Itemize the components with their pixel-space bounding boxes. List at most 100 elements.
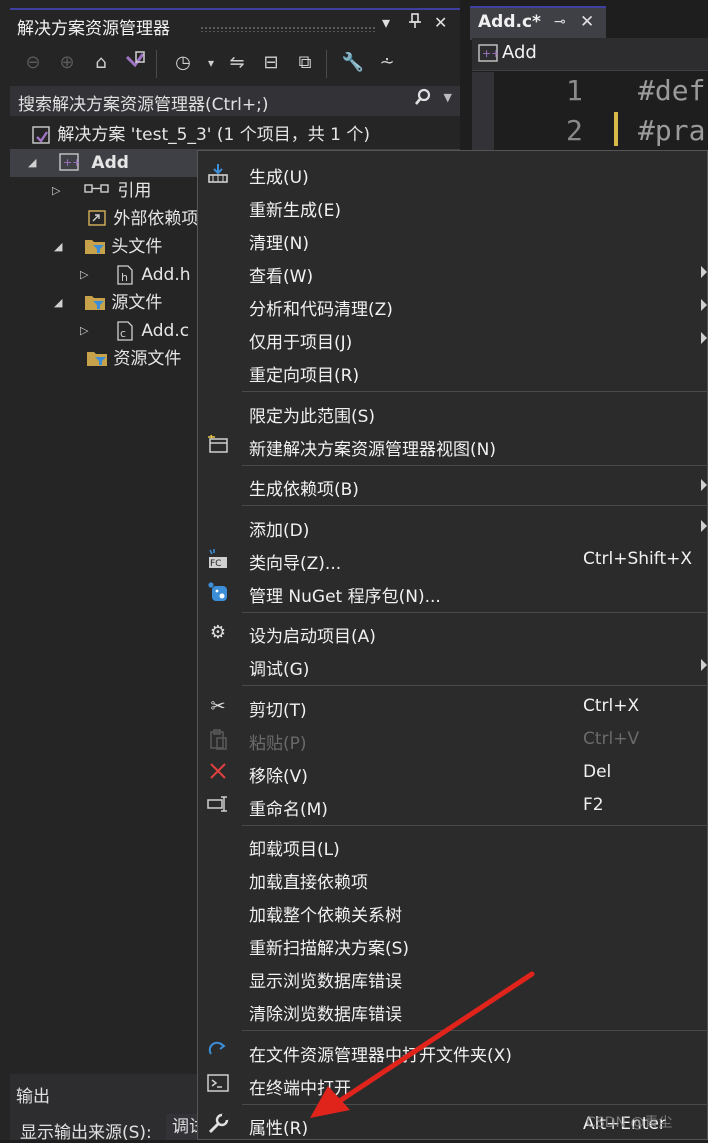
menu-item-load-dep-tree[interactable]: 加载整个依赖关系树 xyxy=(198,895,708,928)
menu-item-retarget[interactable]: 重定向项目(R) xyxy=(198,355,708,388)
filter-folder-icon xyxy=(84,237,106,257)
collapse-all-icon[interactable]: ⊟ xyxy=(258,50,284,76)
pending-changes-icon[interactable]: ◷ xyxy=(170,50,196,76)
menu-item-rebuild[interactable]: 重新生成(E) xyxy=(198,190,708,223)
menu-item-manage-nuget[interactable]: 管理 NuGet 程序包(N)... xyxy=(198,576,708,609)
menu-shortcut: Ctrl+Shift+X xyxy=(583,549,693,569)
menu-item-load-direct-deps[interactable]: 加载直接依赖项 xyxy=(198,862,708,895)
menu-item-clean[interactable]: 清理(N) xyxy=(198,223,708,256)
menu-item-rescan-solution[interactable]: 重新扫描解决方案(S) xyxy=(198,928,708,961)
nav-project-name: Add xyxy=(502,42,537,63)
editor-nav-bar[interactable]: ++ Add xyxy=(472,38,708,71)
show-all-files-icon[interactable]: ⧉ xyxy=(292,50,318,76)
tree-solution[interactable]: 解决方案 'test_5_3' (1 个项目，共 1 个) xyxy=(30,121,370,149)
menu-item-add[interactable]: 添加(D) xyxy=(198,510,708,543)
rename-icon xyxy=(206,794,230,818)
svg-text:++: ++ xyxy=(482,47,498,60)
menu-item-set-startup[interactable]: ⚙ 设为启动项目(A) xyxy=(198,616,708,649)
collapsed-triangle-icon[interactable]: ▷ xyxy=(80,261,88,289)
menu-item-analyze[interactable]: 分析和代码清理(Z) xyxy=(198,289,708,322)
cpp-project-icon: ++ xyxy=(478,44,500,67)
submenu-arrow-icon xyxy=(701,479,707,491)
class-wizard-icon: FC xyxy=(206,548,230,572)
menu-label: 生成(U) xyxy=(249,168,309,188)
menu-item-build-dependencies[interactable]: 生成依赖项(B) xyxy=(198,469,708,502)
menu-item-view[interactable]: 查看(W) xyxy=(198,256,708,289)
tab-add-c[interactable]: Add.c* ⊸ ✕ xyxy=(470,6,606,40)
tree-label: 外部依赖项 xyxy=(113,209,199,229)
tree-label: Add.h xyxy=(141,265,191,285)
tree-item-source-files[interactable]: ◢ 源文件 xyxy=(52,289,162,317)
menu-item-class-wizard[interactable]: FC 类向导(Z)... Ctrl+Shift+X xyxy=(198,543,708,576)
back-icon[interactable]: ⊖ xyxy=(20,50,46,76)
menu-item-new-explorer-view[interactable]: 新建解决方案资源管理器视图(N) xyxy=(198,429,708,462)
submenu-arrow-icon xyxy=(701,332,707,344)
expand-triangle-icon[interactable]: ◢ xyxy=(54,289,62,317)
svg-text:h: h xyxy=(121,271,128,284)
clipboard-icon xyxy=(206,728,230,752)
title-grip xyxy=(200,26,375,32)
menu-label: 类向导(Z)... xyxy=(249,554,342,574)
tree-item-references[interactable]: ▷ 引用 xyxy=(52,177,151,205)
menu-item-build[interactable]: 生成(U) xyxy=(198,157,708,190)
code-line[interactable]: #pra xyxy=(638,114,705,147)
menu-separator xyxy=(242,391,708,392)
c-file-icon: c xyxy=(114,321,136,341)
expand-triangle-icon[interactable]: ◢ xyxy=(54,233,62,261)
build-icon xyxy=(206,162,230,186)
forward-icon[interactable]: ⊕ xyxy=(54,50,80,76)
menu-label: 粘贴(P) xyxy=(249,734,307,754)
toolbar-separator xyxy=(156,50,157,78)
wrench-icon[interactable]: 🔧 xyxy=(340,50,366,76)
switch-view-icon[interactable] xyxy=(122,50,148,76)
menu-item-remove[interactable]: 移除(V) Del xyxy=(198,756,708,789)
search-options-icon[interactable]: ▼ xyxy=(444,91,452,104)
home-icon[interactable]: ⌂ xyxy=(88,50,114,76)
collapsed-triangle-icon[interactable]: ▷ xyxy=(80,317,88,345)
menu-label: 移除(V) xyxy=(249,767,308,787)
tree-item-resource-files[interactable]: 资源文件 xyxy=(86,345,181,373)
menu-item-scope-to-this[interactable]: 限定为此范围(S) xyxy=(198,396,708,429)
sync-icon[interactable]: ⇋ xyxy=(224,50,250,76)
close-icon[interactable]: ✕ xyxy=(434,13,447,32)
menu-item-unload-project[interactable]: 卸载项目(L) xyxy=(198,829,708,862)
tree-item-add-h[interactable]: ▷ h Add.h xyxy=(80,261,191,289)
preview-icon[interactable]: ⩪ xyxy=(374,50,400,76)
chevron-down-icon[interactable]: ▾ xyxy=(198,50,224,76)
dropdown-icon[interactable]: ▾ xyxy=(382,13,390,32)
menu-item-project-only[interactable]: 仅用于项目(J) xyxy=(198,322,708,355)
menu-label: 仅用于项目(J) xyxy=(249,333,353,353)
collapsed-triangle-icon[interactable]: ▷ xyxy=(52,177,60,205)
pin-icon[interactable]: ⊸ xyxy=(554,14,566,30)
menu-label: 设为启动项目(A) xyxy=(249,627,376,647)
close-icon[interactable]: ✕ xyxy=(580,12,594,32)
menu-label: 重新扫描解决方案(S) xyxy=(249,939,410,959)
tree-item-add-c[interactable]: ▷ c Add.c xyxy=(80,317,189,345)
explorer-title: 解决方案资源管理器 xyxy=(17,19,170,39)
menu-shortcut: Ctrl+X xyxy=(583,696,640,716)
menu-item-rename[interactable]: 重命名(M) F2 xyxy=(198,789,708,822)
filter-folder-icon xyxy=(86,349,108,369)
menu-label: 清理(N) xyxy=(249,234,309,254)
tree-label: 资源文件 xyxy=(113,349,182,369)
menu-separator xyxy=(242,505,708,506)
search-icon[interactable] xyxy=(414,88,432,111)
menu-label: 分析和代码清理(Z) xyxy=(249,300,393,320)
search-input[interactable]: 搜索解决方案资源管理器(Ctrl+;) xyxy=(18,90,268,115)
editor-margin xyxy=(472,72,494,152)
tree-label: Add.c xyxy=(141,321,190,341)
pin-icon[interactable] xyxy=(408,13,422,33)
solution-label: 解决方案 'test_5_3' (1 个项目，共 1 个) xyxy=(57,125,370,145)
menu-item-cut[interactable]: ✂ 剪切(T) Ctrl+X xyxy=(198,690,708,723)
explorer-search[interactable]: 搜索解决方案资源管理器(Ctrl+;) ▼ xyxy=(10,86,460,116)
menu-item-debug[interactable]: 调试(G) xyxy=(198,649,708,682)
code-line[interactable]: #def xyxy=(638,74,705,107)
output-source-label: 显示输出来源(S): xyxy=(20,1123,152,1143)
menu-item-paste: 粘贴(P) Ctrl+V xyxy=(198,723,708,756)
svg-text:FC: FC xyxy=(210,559,221,569)
menu-label: 调试(G) xyxy=(249,660,310,680)
expand-triangle-icon[interactable]: ◢ xyxy=(28,149,36,177)
tree-item-external-deps[interactable]: 外部依赖项 xyxy=(86,205,198,233)
explorer-toolbar: ⊖ ⊕ ⌂ ◷ ▾ ⇋ ⊟ ⧉ 🔧 ⩪ xyxy=(10,44,460,82)
tree-item-header-files[interactable]: ◢ 头文件 xyxy=(52,233,162,261)
